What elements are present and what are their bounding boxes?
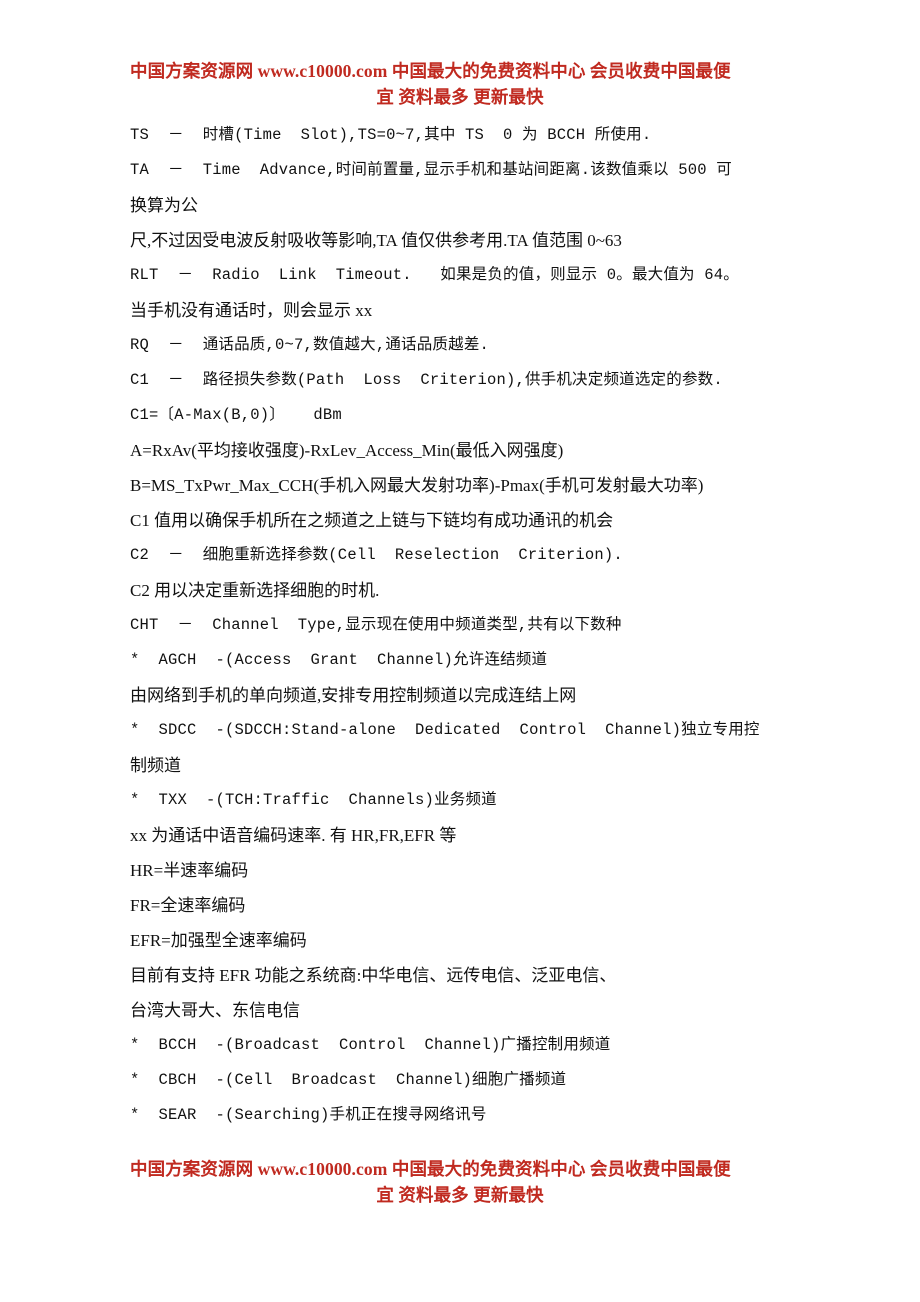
document-line-c1: C1 － 路径损失参数(Path Loss Criterion),供手机决定频道… [130,371,723,389]
document-line-efr: EFR=加强型全速率编码 [130,931,307,950]
document-line-txx-note: xx 为通话中语音编码速率. 有 HR,FR,EFR 等 [130,826,457,845]
document-line-ts: TS － 时槽(Time Slot),TS=0~7,其中 TS 0 为 BCCH… [130,126,652,144]
document-line-c1-b: B=MS_TxPwr_Max_CCH(手机入网最大发射功率)-Pmax(手机可发… [130,476,704,495]
document-line-cht: CHT － Channel Type,显示现在使用中频道类型,共有以下数种 [130,616,622,634]
document-line-agch-note: 由网络到手机的单向频道,安排专用控制频道以完成连结上网 [130,686,577,705]
document-page: 中国方案资源网 www.c10000.com 中国最大的免费资料中心 会员收费中… [0,0,920,1302]
document-line-rlt-cont: 当手机没有通话时，则会显示 xx [130,301,373,320]
document-line-c1-a: A=RxAv(平均接收强度)-RxLev_Access_Min(最低入网强度) [130,441,564,460]
document-line-txx: * TXX -(TCH:Traffic Channels)业务频道 [130,791,497,809]
header-line-1: 中国方案资源网 www.c10000.com 中国最大的免费资料中心 会员收费中… [130,61,731,81]
document-line-cbch: * CBCH -(Cell Broadcast Channel)细胞广播频道 [130,1071,567,1089]
page-footer-banner: 中国方案资源网 www.c10000.com 中国最大的免费资料中心 会员收费中… [130,1156,790,1208]
document-line-sdcc-cont: 制频道 [130,756,181,775]
document-line-agch: * AGCH -(Access Grant Channel)允许连结频道 [130,651,548,669]
document-line-efr-ops: 目前有支持 EFR 功能之系统商:中华电信、远传电信、泛亚电信、 [130,966,617,985]
footer-line-2: 宜 资料最多 更新最快 [376,1185,544,1205]
document-line-efr-ops2: 台湾大哥大、东信电信 [130,1001,300,1020]
document-line-c1-formula: C1=〔A-Max(B,0)〕 dBm [130,406,342,424]
document-line-ta-cont: 换算为公 [130,196,198,215]
document-line-bcch: * BCCH -(Broadcast Control Channel)广播控制用… [130,1036,611,1054]
document-line-c1-note: C1 值用以确保手机所在之频道之上链与下链均有成功通讯的机会 [130,511,614,530]
document-line-sear: * SEAR -(Searching)手机正在搜寻网络讯号 [130,1106,487,1124]
document-line-c2: C2 － 细胞重新选择参数(Cell Reselection Criterion… [130,546,623,564]
document-line-rq: RQ － 通话品质,0~7,数值越大,通话品质越差. [130,336,490,354]
document-line-ta: TA － Time Advance,时间前置量,显示手机和基站间距离.该数值乘以… [130,161,732,179]
document-line-sdcc: * SDCC -(SDCCH:Stand-alone Dedicated Con… [130,721,760,739]
document-line-c2-note: C2 用以决定重新选择细胞的时机. [130,581,380,600]
document-line-ta-cont2: 尺,不过因受电波反射吸收等影响,TA 值仅供参考用.TA 值范围 0~63 [130,231,622,250]
document-body: TS － 时槽(Time Slot),TS=0~7,其中 TS 0 为 BCCH… [130,118,795,1133]
footer-line-1: 中国方案资源网 www.c10000.com 中国最大的免费资料中心 会员收费中… [130,1159,731,1179]
document-line-hr: HR=半速率编码 [130,861,249,880]
document-line-rlt: RLT － Radio Link Timeout. 如果是负的值，则显示 0。最… [130,266,739,284]
document-line-fr: FR=全速率编码 [130,896,246,915]
page-header-banner: 中国方案资源网 www.c10000.com 中国最大的免费资料中心 会员收费中… [130,58,790,110]
header-line-2: 宜 资料最多 更新最快 [376,87,544,107]
